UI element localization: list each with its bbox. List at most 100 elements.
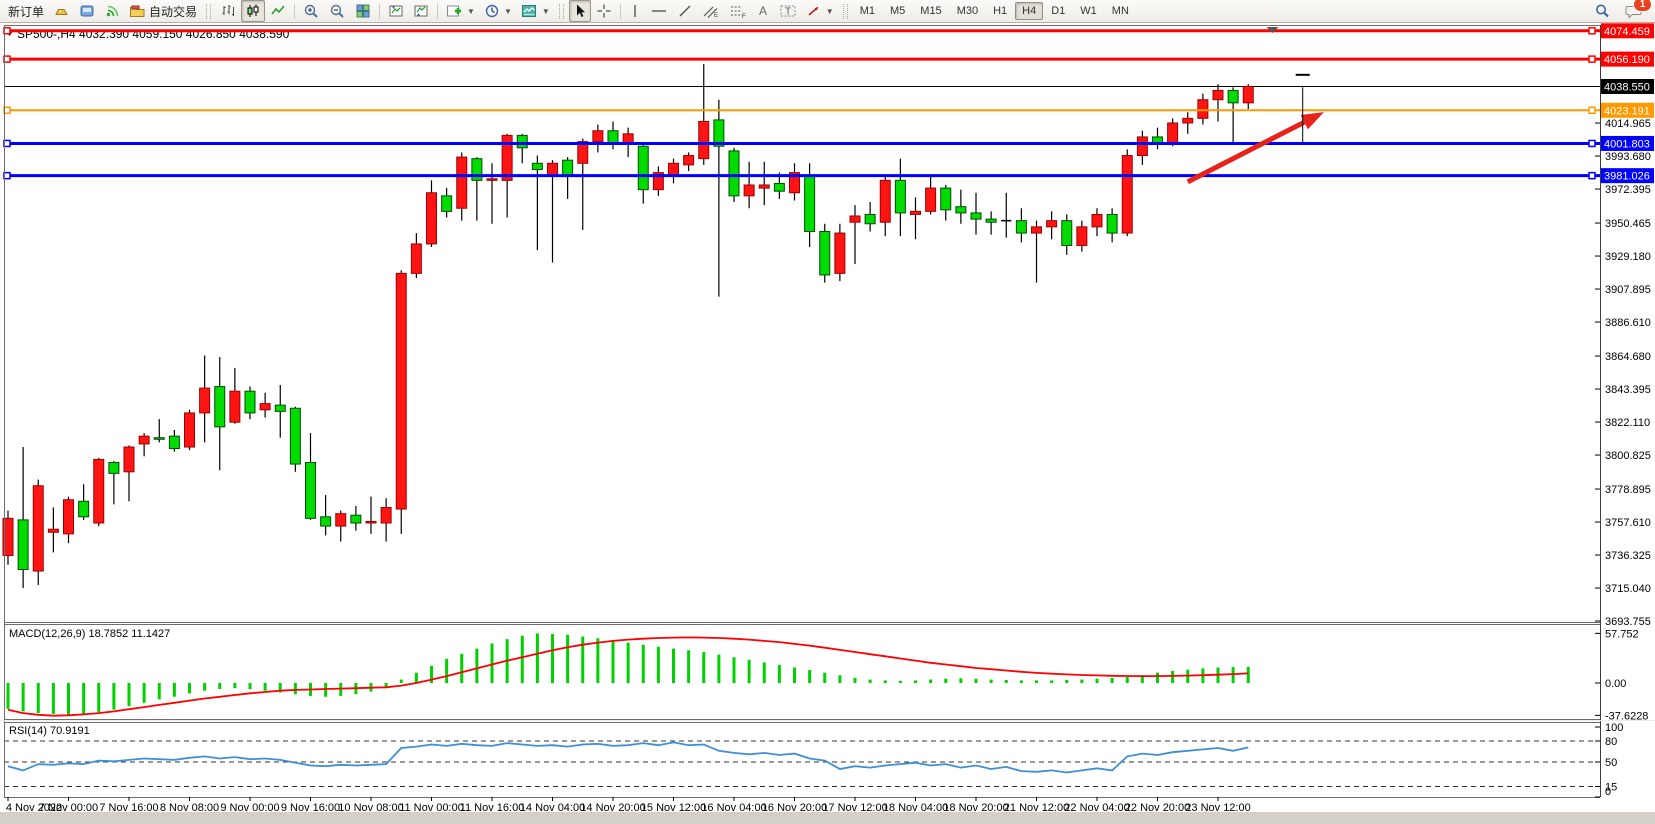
template-button[interactable]: ▼ [517,0,554,22]
candle-body[interactable] [805,176,815,232]
candle-body[interactable] [260,404,270,410]
candle-body[interactable] [684,156,694,165]
candle-body[interactable] [880,180,890,222]
tf-M1[interactable]: M1 [853,2,882,20]
candle-body[interactable] [381,507,391,523]
chart-canvas[interactable]: SP500-,H4 4032.390 4059.150 4026.850 403… [0,0,1655,824]
horizontal-line-tool[interactable] [646,0,672,22]
candle-body[interactable] [275,405,285,411]
search-icon[interactable] [1590,0,1615,22]
candle-body[interactable] [411,244,421,273]
candle-body[interactable] [169,436,179,448]
trendline-tool[interactable] [673,0,697,22]
candle-body[interactable] [820,232,830,275]
candle-body[interactable] [64,500,74,534]
candle-body[interactable] [941,188,951,210]
candle-body[interactable] [895,180,905,213]
tile-windows-icon[interactable] [351,0,375,22]
candle-body[interactable] [548,163,558,175]
candle-body[interactable] [608,131,618,143]
candle-body[interactable] [1092,214,1102,226]
autotrading-button[interactable]: 自动交易 [125,0,201,22]
candle-body[interactable] [321,517,331,526]
candle-body[interactable] [1243,86,1253,102]
candle-body[interactable] [154,438,164,440]
crosshair-tool[interactable] [592,0,616,22]
candle-body[interactable] [1183,118,1193,123]
line-handle[interactable] [1589,107,1595,113]
text-label-tool[interactable]: T [775,0,801,22]
candle-body[interactable] [109,463,119,474]
candle-body[interactable] [623,134,633,143]
candlestick-chart-icon[interactable] [241,0,265,22]
candle-body[interactable] [1137,137,1147,156]
gold-ingot-icon[interactable] [49,0,74,22]
bar-chart-icon[interactable] [216,0,240,22]
period-clock-button[interactable]: ▼ [480,0,516,22]
candle-body[interactable] [245,391,255,413]
candle-body[interactable] [139,436,149,444]
terminal-icon[interactable] [75,0,99,22]
candle-body[interactable] [759,185,769,188]
candle-body[interactable] [427,193,437,244]
tf-MN[interactable]: MN [1105,2,1136,20]
candle-body[interactable] [1107,214,1117,233]
add-indicator-button[interactable]: ▼ [442,0,479,22]
candle-body[interactable] [1228,90,1238,102]
tf-M15[interactable]: M15 [913,2,948,20]
candle-body[interactable] [457,157,467,208]
zoom-out-icon[interactable] [325,0,350,22]
candle-body[interactable] [532,163,542,169]
arrows-tool[interactable]: ▼ [802,0,838,22]
candle-body[interactable] [517,135,527,147]
candle-body[interactable] [593,131,603,142]
new-order-button[interactable]: 新订单 [4,0,48,22]
tf-H1[interactable]: H1 [986,2,1014,20]
candle-body[interactable] [18,520,28,570]
tf-M5[interactable]: M5 [883,2,912,20]
line-chart-icon[interactable] [266,0,290,22]
candle-body[interactable] [850,216,860,222]
candle-body[interactable] [396,273,406,509]
cursor-tool[interactable] [569,0,591,22]
candle-body[interactable] [79,501,89,517]
candle-body[interactable] [729,151,739,196]
candle-body[interactable] [487,179,497,181]
vertical-line-tool[interactable] [625,0,645,22]
candle-body[interactable] [1198,100,1208,119]
candle-body[interactable] [971,213,981,219]
candle-body[interactable] [124,447,134,472]
candle-body[interactable] [956,207,966,213]
candle-body[interactable] [442,196,452,212]
arrange-charts-icon[interactable] [384,0,408,22]
candle-body[interactable] [185,413,195,447]
candle-body[interactable] [638,146,648,189]
tf-H4[interactable]: H4 [1015,2,1043,20]
candle-body[interactable] [306,463,316,519]
candle-body[interactable] [563,160,573,176]
panel-splitter[interactable] [0,720,1655,721]
candle-body[interactable] [911,211,921,214]
candle-body[interactable] [1047,221,1057,227]
candle-body[interactable] [669,163,679,175]
candle-body[interactable] [48,529,58,532]
candle-body[interactable] [744,185,754,196]
candle-body[interactable] [835,233,845,273]
candle-body[interactable] [290,408,300,464]
candle-body[interactable] [215,387,225,427]
candle-body[interactable] [366,521,376,523]
candle-body[interactable] [1213,90,1223,99]
line-handle[interactable] [1589,28,1595,34]
tf-M30[interactable]: M30 [950,2,985,20]
line-handle[interactable] [1589,173,1595,179]
candle-body[interactable] [986,219,996,222]
candle-body[interactable] [1168,123,1178,143]
candle-body[interactable] [774,183,784,191]
channel-tool[interactable]: E [698,0,724,22]
candle-body[interactable] [94,459,104,523]
candle-body[interactable] [1016,221,1026,233]
candle-body[interactable] [926,188,936,211]
candle-body[interactable] [33,486,43,571]
candle-body[interactable] [865,214,875,223]
cascade-charts-icon[interactable] [409,0,433,22]
